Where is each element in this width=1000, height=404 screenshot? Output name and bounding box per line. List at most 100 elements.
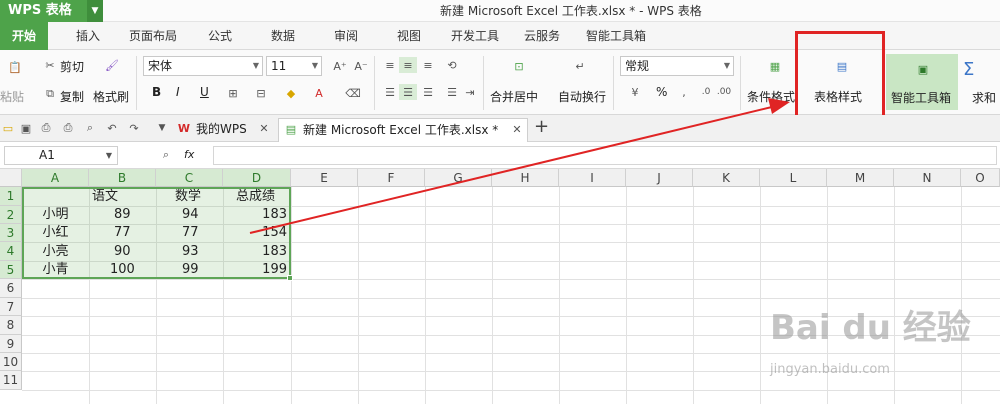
row-header[interactable]: 10 — [0, 353, 22, 371]
brush-icon[interactable]: 🖌 — [104, 57, 120, 73]
wrap-text-button[interactable]: 自动换行 — [558, 88, 606, 105]
name-box[interactable]: A1 ▼ — [4, 146, 118, 165]
function-button[interactable]: fx — [184, 148, 194, 161]
column-header[interactable]: J — [626, 169, 693, 187]
table-cell[interactable]: 90 — [114, 243, 154, 261]
row-header[interactable]: 2 — [0, 206, 22, 224]
align-bottom-icon[interactable]: ≡ — [419, 57, 437, 73]
header-cell[interactable]: 语文 — [92, 188, 156, 206]
print-icon[interactable]: ⎙ — [62, 121, 74, 135]
chevron-down-icon[interactable]: ▼ — [103, 147, 115, 164]
text-direction-icon[interactable]: ⟲ — [443, 57, 461, 73]
column-header[interactable]: F — [358, 169, 425, 187]
tab-developer[interactable]: 开发工具 — [451, 22, 499, 50]
align-left-icon[interactable]: ☰ — [381, 84, 399, 100]
tab-my-wps[interactable]: W 我的WPS ✕ — [172, 118, 272, 142]
open-icon[interactable]: ▭ — [2, 121, 14, 135]
app-menu-button[interactable]: WPS 表格 ▼ — [0, 0, 103, 22]
conditional-format-button[interactable]: 条件格式 — [747, 88, 795, 105]
align-middle-icon[interactable]: ≡ — [399, 57, 417, 73]
copy-button[interactable]: 复制 — [60, 88, 84, 105]
number-format-select[interactable]: 常规 ▼ — [620, 56, 734, 76]
column-header[interactable]: B — [89, 169, 156, 187]
paste-icon[interactable]: 📋 — [6, 58, 24, 76]
bold-button[interactable]: B — [152, 85, 161, 99]
column-header[interactable]: A — [22, 169, 89, 187]
tab-view[interactable]: 视图 — [397, 22, 421, 50]
table-cell[interactable]: 99 — [182, 261, 222, 279]
copy-icon[interactable]: ⧉ — [42, 86, 58, 102]
column-header[interactable]: E — [291, 169, 358, 187]
header-cell[interactable]: 总成绩 — [236, 188, 291, 206]
tab-insert[interactable]: 插入 — [76, 22, 100, 50]
table-cell[interactable]: 199 — [223, 261, 291, 279]
border-icon[interactable]: ⊞ — [224, 85, 242, 101]
fill-color-icon[interactable]: ◆ — [282, 85, 300, 101]
thousands-icon[interactable]: , — [674, 84, 694, 100]
align-center-icon[interactable]: ☰ — [399, 84, 417, 100]
row-header[interactable]: 7 — [0, 298, 22, 316]
percent-button[interactable]: % — [656, 85, 667, 99]
chevron-down-icon[interactable]: ▼ — [156, 121, 168, 135]
tab-formulas[interactable]: 公式 — [208, 22, 232, 50]
column-header[interactable]: D — [223, 169, 291, 187]
table-cell[interactable]: 89 — [114, 206, 154, 224]
header-cell[interactable]: 数学 — [175, 188, 223, 206]
increase-font-icon[interactable]: A⁺ — [332, 58, 348, 74]
table-cell[interactable]: 小明 — [22, 206, 89, 224]
row-header[interactable]: 5 — [0, 261, 22, 279]
table-cell[interactable]: 小红 — [22, 224, 89, 242]
table-cell[interactable]: 小青 — [22, 261, 89, 279]
export-icon[interactable]: ⎙ — [40, 121, 52, 135]
increase-decimal-icon[interactable]: .0 — [698, 84, 714, 100]
preview-icon[interactable]: ⌕ — [84, 121, 96, 135]
sum-icon[interactable]: Σ — [963, 59, 974, 80]
underline-button[interactable]: U — [200, 85, 209, 99]
table-cell[interactable]: 154 — [223, 224, 291, 242]
decrease-font-icon[interactable]: A⁻ — [353, 58, 369, 74]
align-top-icon[interactable]: ≡ — [381, 57, 399, 73]
row-header[interactable]: 11 — [0, 371, 22, 390]
cut-button[interactable]: 剪切 — [60, 58, 84, 75]
chevron-down-icon[interactable]: ▼ — [87, 0, 103, 22]
formula-input[interactable] — [213, 146, 997, 165]
tab-smart-toolbox[interactable]: 智能工具箱 — [586, 22, 646, 50]
table-cell[interactable]: 93 — [182, 243, 222, 261]
row-header[interactable]: 1 — [0, 187, 22, 206]
tab-home[interactable]: 开始 — [0, 22, 49, 50]
clear-format-icon[interactable]: ⌫ — [344, 85, 362, 101]
wrap-text-icon[interactable]: ↵ — [570, 56, 590, 76]
column-header[interactable]: H — [492, 169, 559, 187]
save-icon[interactable]: ▣ — [20, 121, 32, 135]
font-name-select[interactable]: 宋体 ▼ — [143, 56, 263, 76]
scissors-icon[interactable]: ✂ — [42, 57, 58, 73]
row-header[interactable]: 8 — [0, 316, 22, 335]
paste-button[interactable]: 粘贴 — [0, 88, 24, 105]
table-cell[interactable]: 183 — [223, 206, 291, 224]
row-header[interactable]: 3 — [0, 224, 22, 242]
table-cell[interactable]: 77 — [114, 224, 154, 242]
tab-data[interactable]: 数据 — [271, 22, 295, 50]
column-header[interactable]: G — [425, 169, 492, 187]
column-header[interactable]: C — [156, 169, 223, 187]
indent-icon[interactable]: ⇥ — [461, 84, 479, 100]
close-icon[interactable]: ✕ — [258, 121, 270, 137]
column-header[interactable]: K — [693, 169, 760, 187]
merge-cells-icon[interactable]: ⊟ — [252, 85, 270, 101]
tab-review[interactable]: 审阅 — [334, 22, 358, 50]
zoom-icon[interactable]: ⌕ — [158, 147, 174, 163]
close-icon[interactable]: ✕ — [511, 122, 523, 138]
decrease-decimal-icon[interactable]: .00 — [716, 84, 732, 100]
table-cell[interactable]: 94 — [182, 206, 222, 224]
row-header[interactable]: 9 — [0, 335, 22, 353]
row-header[interactable]: 6 — [0, 279, 22, 298]
conditional-format-icon[interactable]: ▦ — [765, 56, 785, 76]
table-cell[interactable]: 183 — [223, 243, 291, 261]
column-header[interactable]: L — [760, 169, 827, 187]
font-color-icon[interactable]: A — [310, 85, 328, 101]
merge-center-icon[interactable]: ⊡ — [509, 56, 529, 76]
table-cell[interactable]: 100 — [110, 261, 154, 279]
column-header[interactable]: O — [961, 169, 1000, 187]
sum-button[interactable]: 求和 — [972, 89, 996, 106]
column-header[interactable]: N — [894, 169, 961, 187]
